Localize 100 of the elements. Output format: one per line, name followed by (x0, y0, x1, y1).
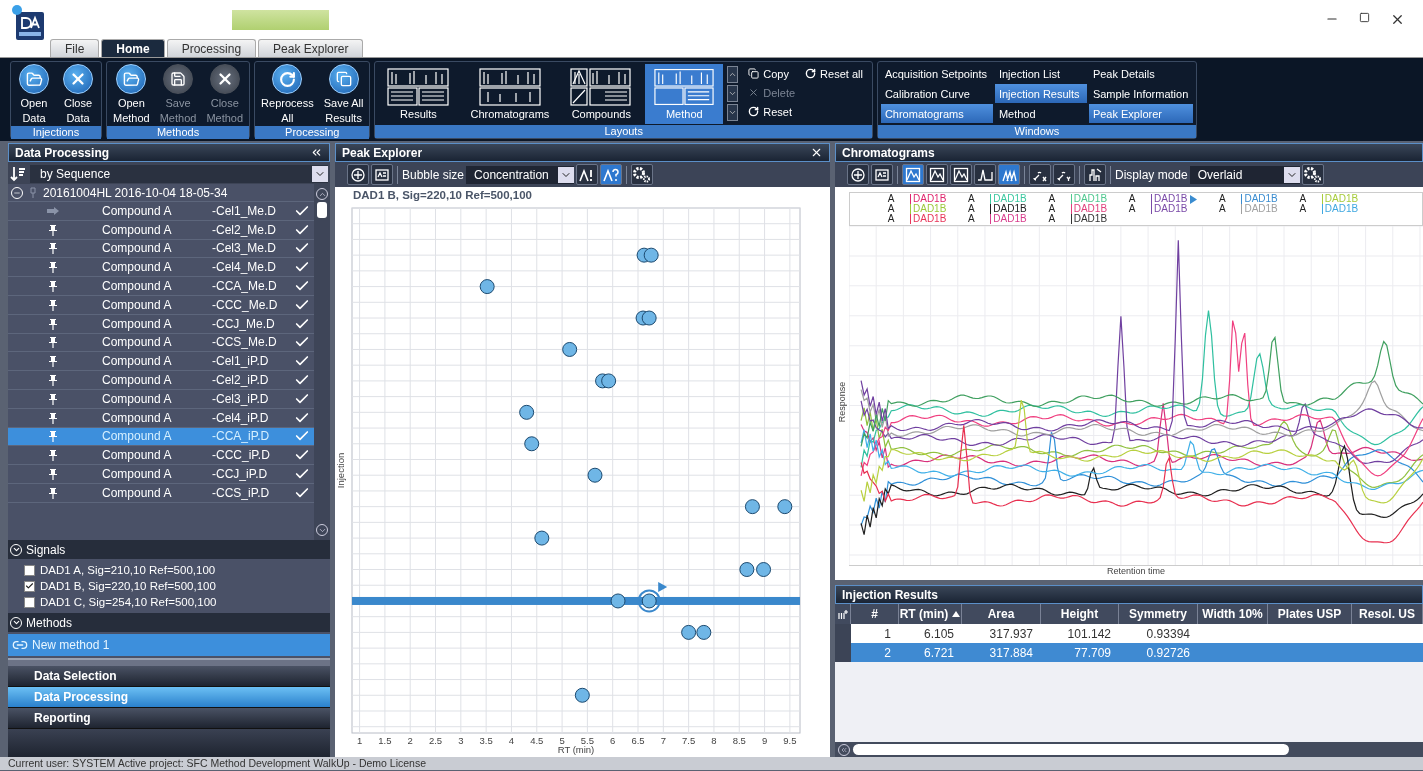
close-icon[interactable] (810, 146, 823, 159)
checkbox[interactable] (24, 564, 35, 576)
injection-row[interactable]: Compound A -Cel2_Me.D (8, 220, 314, 240)
chart-tool-button[interactable] (847, 164, 869, 185)
peak-bubble[interactable] (519, 404, 535, 420)
ribbon-tab[interactable]: Peak Explorer (258, 39, 364, 57)
injection-row[interactable]: Compound A -CCC_iP.D (8, 446, 314, 466)
ribbon-button[interactable]: Open Method (110, 62, 153, 126)
window-toggle[interactable]: Calibration Curve (880, 84, 993, 103)
settings-button[interactable] (1301, 164, 1324, 185)
injection-row[interactable]: Compound A -Cel4_Me.D (8, 258, 314, 278)
section-title: Signals (26, 542, 66, 557)
layout-action[interactable]: Reset (748, 102, 796, 121)
result-row[interactable]: 2 6.721 317.884 77.709 0.92726 (835, 643, 1423, 662)
injection-row[interactable]: Compound A -CCS_iP.D (8, 483, 314, 503)
sequence-name[interactable]: 20161004HL 2016-10-04 18-05-34 (43, 185, 228, 200)
window-toggle[interactable]: Method (994, 104, 1087, 123)
injection-row[interactable]: Compound A -Cel3_Me.D (8, 239, 314, 259)
injection-row[interactable]: Compound A -CCA_Me.D (8, 277, 314, 296)
file-name: -CCS_iP.D (212, 485, 271, 500)
window-toggle[interactable]: Peak Explorer (1088, 104, 1193, 123)
layout-button[interactable]: Compounds (561, 63, 642, 124)
window-toggle[interactable]: Sample Information (1088, 84, 1193, 103)
injection-row[interactable]: Compound A -Cel1_iP.D (8, 352, 314, 372)
peak-bubble[interactable] (587, 467, 603, 483)
ribbon-button[interactable]: Open Data (14, 62, 54, 126)
peak-bubble[interactable] (534, 530, 550, 546)
ribbon-tab[interactable]: Home (101, 39, 165, 57)
peak-toggle-button[interactable] (600, 164, 623, 185)
peak-bubble[interactable] (744, 499, 760, 515)
nav-item[interactable]: Data Selection (8, 666, 330, 687)
sort-dropdown[interactable]: by Sequence (30, 164, 328, 183)
peak-bubble[interactable] (610, 593, 626, 609)
layout-button[interactable]: Results (378, 63, 459, 124)
injection-row[interactable]: Compound A -Cel2_iP.D (8, 371, 314, 390)
scroll-thumb[interactable] (317, 202, 327, 218)
peak-toggle-button[interactable] (576, 164, 599, 185)
chart-tool-button[interactable] (974, 164, 996, 185)
more-button[interactable] (727, 104, 739, 121)
bubble-size-dropdown[interactable]: Concentration (466, 165, 575, 184)
chart-tool-button[interactable] (926, 164, 948, 185)
chart-tool-button[interactable] (950, 164, 972, 185)
chart-tool-button[interactable] (871, 164, 893, 185)
layout-action[interactable]: Reset all (805, 64, 863, 83)
peak-bubble[interactable] (641, 310, 657, 326)
compound-name: Compound A (102, 485, 173, 500)
peak-bubble[interactable] (756, 562, 772, 578)
legend-sample: A (967, 214, 976, 224)
signal-label: DAD1 A, Sig=210,10 Ref=500,100 (40, 564, 216, 576)
chart-tool-button[interactable] (1084, 164, 1106, 185)
checkbox[interactable] (24, 580, 35, 592)
ribbon-tab[interactable]: File (50, 39, 100, 57)
peak-bubble[interactable] (574, 687, 590, 703)
layout-button[interactable]: Method (645, 63, 724, 124)
peak-bubble[interactable] (479, 279, 495, 295)
ribbon-button[interactable]: Reprocess All (258, 62, 317, 126)
scroll-down-button[interactable] (727, 85, 739, 102)
peak-bubble[interactable] (641, 593, 657, 609)
peak-bubble[interactable] (777, 499, 793, 515)
injection-row[interactable]: Compound A -CCS_Me.D (8, 333, 314, 353)
checkbox[interactable] (24, 596, 35, 608)
column-chooser-icon[interactable] (837, 609, 848, 619)
result-row[interactable]: 1 6.105 317.937 101.142 0.93394 (835, 624, 1423, 643)
window-toggle[interactable]: Injection List (994, 64, 1087, 83)
injection-row[interactable]: Compound A -CCJ_iP.D (8, 465, 314, 484)
window-toggle[interactable]: Injection Results (994, 84, 1087, 103)
peak-bubble[interactable] (643, 247, 659, 263)
window-toggle[interactable]: Peak Details (1088, 64, 1193, 83)
window-toggle[interactable]: Acquisition Setpoints (880, 64, 993, 83)
peak-bubble[interactable] (739, 562, 755, 578)
peak-bubble[interactable] (562, 341, 578, 357)
settings-button[interactable] (631, 164, 654, 185)
layout-button[interactable]: Chromatograms (462, 63, 558, 124)
nav-item[interactable]: Reporting (8, 708, 330, 729)
close-button[interactable] (1390, 12, 1405, 27)
scroll-up-button[interactable] (727, 66, 739, 83)
scroll-thumb[interactable] (853, 744, 1289, 755)
navigate-button[interactable] (347, 164, 369, 185)
injection-row[interactable]: Compound A -Cel1_Me.D (8, 202, 314, 221)
display-mode-dropdown[interactable]: Overlaid (1189, 165, 1300, 184)
injection-row[interactable]: Compound A -CCJ_Me.D (8, 314, 314, 334)
section-header[interactable]: Signals (8, 540, 330, 559)
ribbon-button[interactable]: Save All Results (320, 62, 367, 126)
peak-bubble[interactable] (681, 624, 697, 640)
injection-row[interactable]: Compound A -CCC_Me.D (8, 296, 314, 315)
ribbon-button[interactable]: Close Data (58, 62, 98, 126)
collapse-icon[interactable] (310, 146, 323, 159)
legend-button[interactable] (371, 164, 393, 185)
ribbon-tab[interactable]: Processing (166, 39, 257, 57)
peak-bubble[interactable] (696, 624, 712, 640)
injection-row[interactable]: Compound A -Cel4_iP.D (8, 408, 314, 428)
peak-bubble[interactable] (524, 436, 540, 452)
section-header[interactable]: Methods (8, 613, 330, 632)
chart-tool-button[interactable] (1053, 164, 1075, 185)
layout-action[interactable]: Copy (748, 64, 796, 83)
injection-row[interactable]: Compound A -Cel3_iP.D (8, 389, 314, 409)
peak-bubble[interactable] (601, 373, 617, 389)
sort-icon[interactable] (10, 165, 26, 182)
chart-tool-button[interactable] (1029, 164, 1051, 185)
window-toggle[interactable]: Chromatograms (880, 104, 993, 123)
